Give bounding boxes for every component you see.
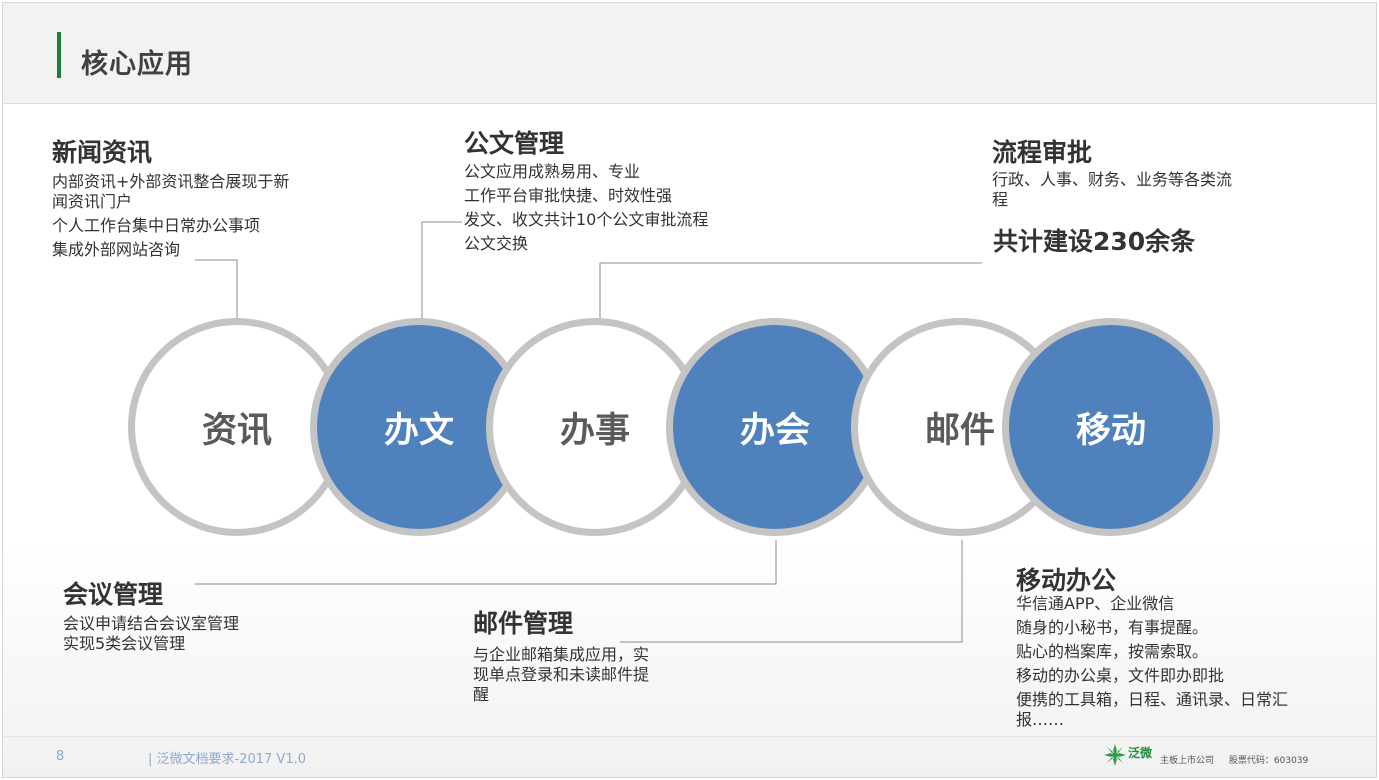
meeting-title: 会议管理 [63,580,164,609]
mobile-line: 华信通APP、企业微信 [1016,594,1175,613]
mail-line: 与企业邮箱集成应用，实 [473,645,650,664]
stock-code: 股票代码：603039 [1228,756,1309,766]
mobile-line: 随身的小秘书，有事提醒。 [1016,618,1209,637]
document-description: 公文应用成熟易用、专业 工作平台审批快捷、时效性强 发文、收文共计10个公文审批… [464,160,744,256]
mobile-line: 贴心的档案库，按需索取。 [1016,642,1209,661]
document-line: 公文应用成熟易用、专业 [464,162,641,181]
document-line: 公文交换 [464,234,529,253]
news-description: 内部资讯+外部资讯整合展现于新 闻资讯门户 个人工作台集中日常办公事项 集成外部… [52,172,322,260]
page-title: 核心应用 [81,49,193,80]
meeting-line: 会议申请结合会议室管理 [63,614,240,633]
company-info: 主板上市公司 股票代码：603039 [1160,753,1320,766]
workflow-title: 流程审批 [992,138,1093,167]
news-line: 个人工作台集中日常办公事项 [52,216,261,235]
logo-text: 泛微 [1128,746,1153,760]
page-number: 8 [56,749,65,764]
news-line: 闻资讯门户 [52,192,133,211]
company-note: 主板上市公司 [1160,756,1215,766]
meeting-description: 会议申请结合会议室管理 实现5类会议管理 [63,614,323,654]
document-line: 工作平台审批快捷、时效性强 [464,186,673,205]
title-accent-bar [57,32,61,78]
meeting-line: 实现5类会议管理 [63,634,186,653]
mobile-description: 华信通APP、企业微信 随身的小秘书，有事提醒。 贴心的档案库，按需索取。 移动… [1016,592,1326,732]
mobile-line: 移动的办公桌，文件即办即批 [1016,666,1225,685]
workflow-highlight: 共计建设230余条 [993,227,1196,256]
mail-line: 醒 [473,685,490,704]
news-line: 内部资讯+外部资讯整合展现于新 [52,172,290,191]
document-line: 发文、收文共计10个公文审批流程 [464,210,709,229]
mail-title: 邮件管理 [473,609,574,638]
document-title: 公文管理 [464,129,565,158]
document-label: | 泛微文档要求-2017 V1.0 [148,752,306,767]
workflow-line: 行政、人事、财务、业务等各类流 [992,170,1233,189]
news-title: 新闻资讯 [52,138,153,167]
workflow-description: 行政、人事、财务、业务等各类流 程 [992,170,1272,210]
mail-line: 现单点登录和未读邮件提 [473,665,650,684]
workflow-line: 程 [992,190,1009,209]
mail-description: 与企业邮箱集成应用，实 现单点登录和未读邮件提 醒 [473,645,683,705]
circle-mobile: 移动 [1002,318,1220,536]
news-line: 集成外部网站咨询 [52,240,181,259]
header-band [3,3,1376,104]
